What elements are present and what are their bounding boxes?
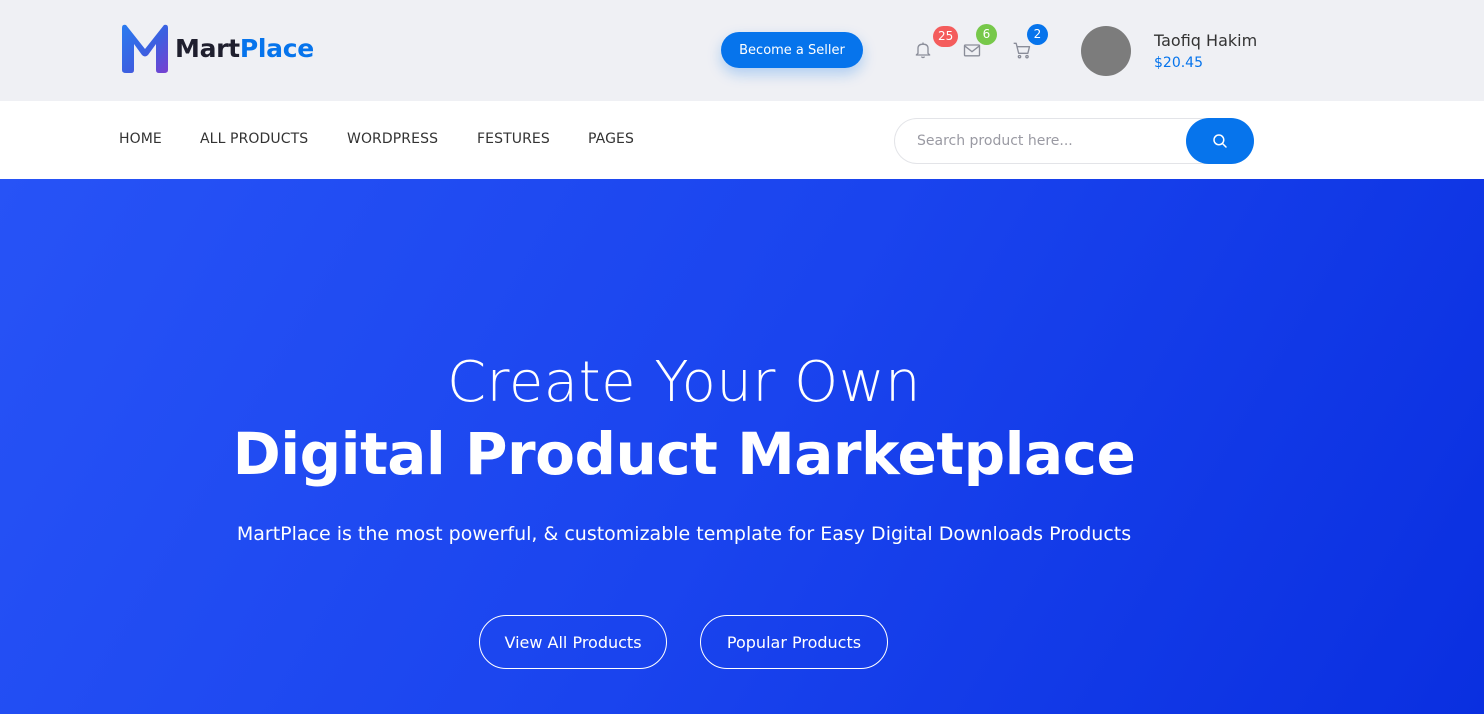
user-name[interactable]: Taofiq Hakim	[1154, 31, 1257, 50]
bell-icon	[915, 42, 931, 59]
logo[interactable]: MartPlace	[119, 22, 314, 74]
hero-subtitle: MartPlace is the most powerful, & custom…	[236, 523, 1132, 545]
nav-item-pages[interactable]: PAGES	[588, 131, 634, 147]
become-seller-button[interactable]: Become a Seller	[721, 32, 863, 68]
nav-item-all-products[interactable]: ALL PRODUCTS	[200, 131, 308, 147]
view-all-products-button[interactable]: View All Products	[479, 615, 667, 669]
nav-item-home[interactable]: HOME	[119, 131, 162, 147]
search-button[interactable]	[1186, 118, 1254, 164]
popular-products-button[interactable]: Popular Products	[700, 615, 888, 669]
cart-count-badge: 2	[1027, 24, 1048, 45]
notifications-button[interactable]	[911, 38, 935, 62]
logo-mark-icon	[122, 24, 168, 73]
search-bar	[894, 118, 1254, 164]
search-icon	[1213, 134, 1227, 148]
avatar[interactable]	[1081, 26, 1131, 76]
search-input[interactable]	[894, 118, 1224, 164]
notifications-count-badge: 25	[933, 26, 959, 47]
messages-count-badge: 6	[976, 24, 997, 45]
nav-item-festures[interactable]: FESTURES	[477, 131, 550, 147]
logo-text: MartPlace	[175, 33, 314, 63]
nav-item-wordpress[interactable]: WORDPRESS	[347, 131, 438, 147]
user-balance: $20.45	[1154, 55, 1203, 71]
cart-icon	[1013, 42, 1031, 59]
envelope-icon	[963, 44, 981, 57]
hero-title-line2: Digital Product Marketplace	[232, 420, 1136, 488]
hero-title-line1: Create Your Own	[446, 350, 922, 415]
